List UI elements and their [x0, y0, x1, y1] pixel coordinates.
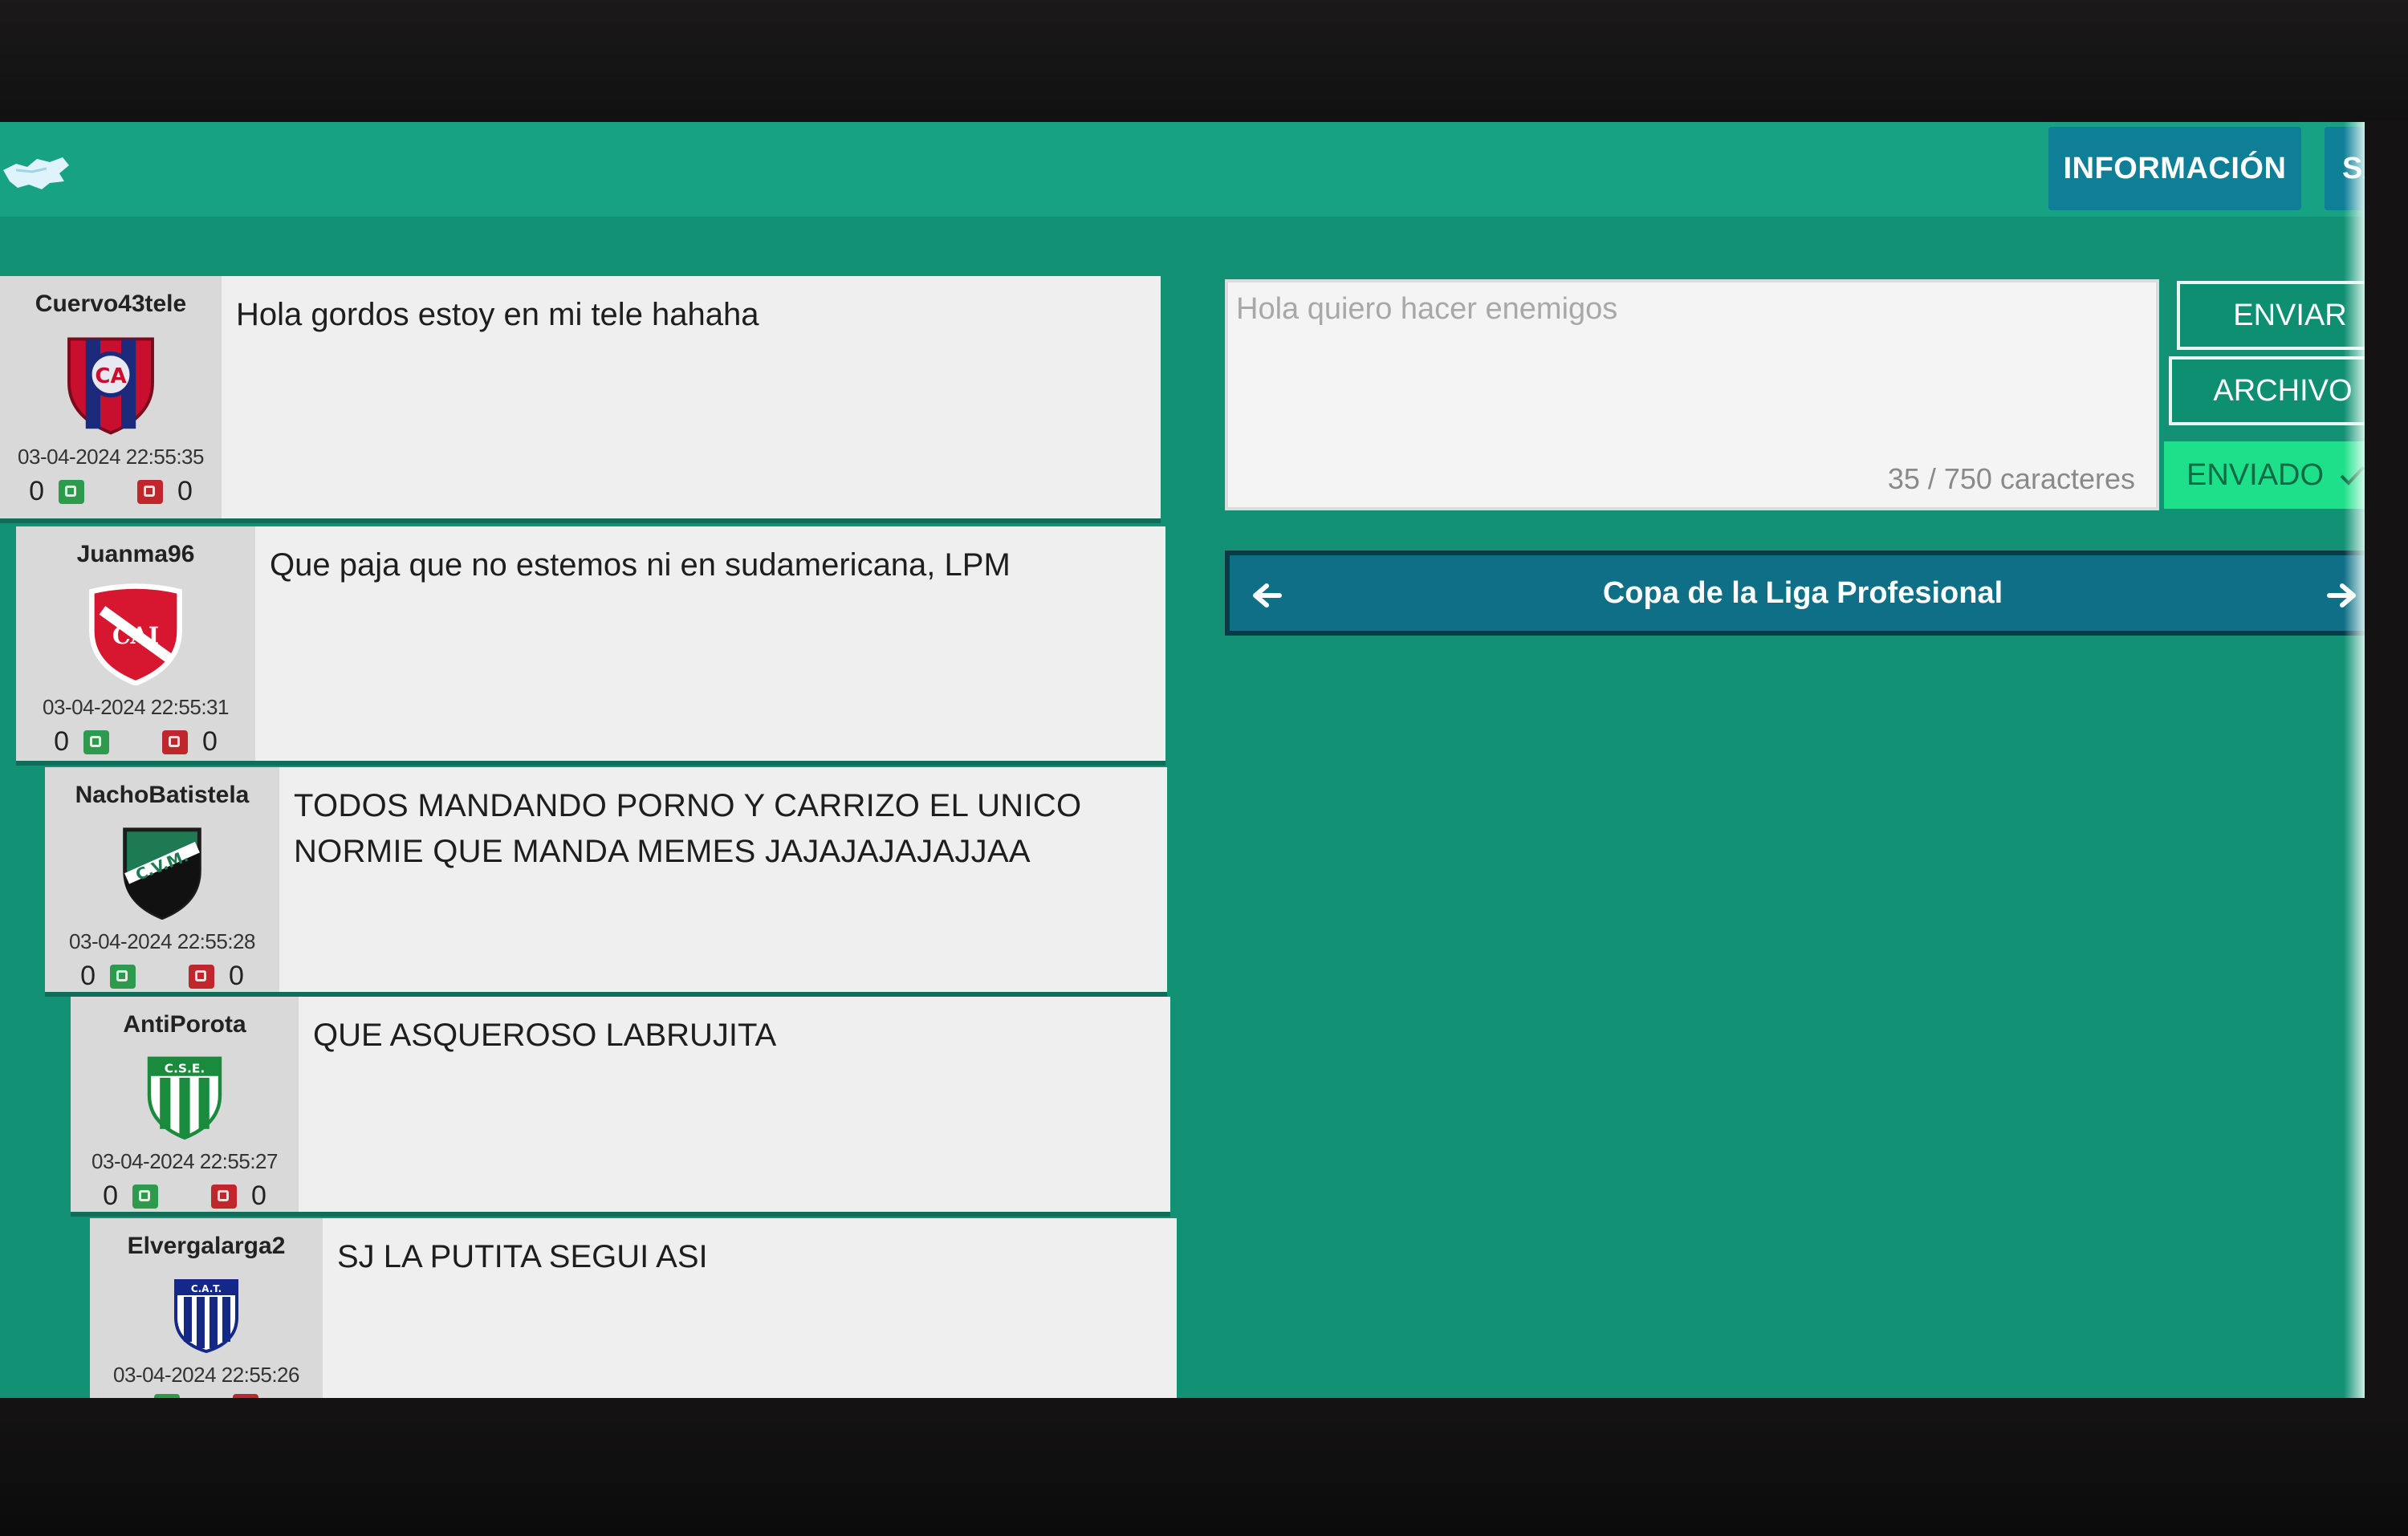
message-votes: 0 0 [54, 726, 218, 758]
tv-photo: INFORMACIÓN SALI Cuervo43tele CA 03-04-2… [0, 0, 2408, 1536]
message-votes: 0 0 [80, 961, 244, 992]
tv-bezel-right [2360, 120, 2408, 1404]
message-item: Cuervo43tele CA 03-04-2024 22:55:35 0 0 [0, 276, 1161, 523]
san-lorenzo-badge-icon: CA [67, 337, 154, 435]
message-text: SJ LA PUTITA SEGUI ASI [337, 1239, 708, 1274]
upvote-icon[interactable] [59, 479, 84, 504]
message-item: Elvergalarga2 C.A.T. 03-04-2024 22:55:26 [90, 1218, 1177, 1398]
message-timestamp: 03-04-2024 22:55:27 [92, 1149, 278, 1173]
message-item: AntiPorota C.S.E. 03-04-2024 22:55:27 0 … [71, 997, 1170, 1217]
downvote-icon[interactable] [211, 1184, 237, 1209]
message-item: NachoBatistela C.V.M. 03-04-2024 22:55:2… [45, 767, 1167, 997]
upvote-count: 0 [80, 961, 96, 991]
logo-icon[interactable] [0, 152, 72, 193]
message-meta: AntiPorota C.S.E. 03-04-2024 22:55:27 0 … [71, 997, 299, 1212]
message-username[interactable]: Elvergalarga2 [128, 1233, 286, 1260]
message-votes: 0 0 [29, 476, 193, 507]
screen-glare [2344, 122, 2365, 1398]
svg-text:CA: CA [95, 364, 126, 388]
message-username[interactable]: Juanma96 [77, 541, 195, 568]
message-text: QUE ASQUEROSO LABRUJITA [313, 1018, 777, 1053]
downvote-count: 0 [251, 1180, 266, 1211]
message-username[interactable]: AntiPorota [123, 1011, 246, 1038]
message-meta: Juanma96 CAI 03-04-2024 22:55:31 0 0 [16, 526, 255, 761]
upvote-count: 0 [29, 476, 44, 506]
downvote-count: 0 [202, 726, 218, 757]
svg-text:CAI: CAI [112, 622, 159, 649]
message-input[interactable]: Hola quiero hacer enemigos 35 / 750 cara… [1225, 279, 2159, 510]
message-username[interactable]: NachoBatistela [75, 782, 250, 809]
villa-mitre-badge-icon: C.V.M. [123, 827, 201, 920]
message-username[interactable]: Cuervo43tele [35, 291, 186, 318]
message-timestamp: 03-04-2024 22:55:28 [69, 929, 255, 953]
message-votes [140, 1394, 273, 1398]
sent-status-button[interactable]: ENVIADO [2164, 441, 2365, 509]
upvote-icon[interactable] [110, 964, 136, 989]
upvote-count: 0 [54, 726, 69, 757]
tv-bezel-bottom [0, 1396, 2408, 1536]
character-counter: 35 / 750 caracteres [1887, 462, 2135, 495]
upvote-icon[interactable] [132, 1184, 158, 1209]
svg-text:C.A.T.: C.A.T. [191, 1283, 222, 1294]
file-button[interactable]: ARCHIVO [2169, 356, 2365, 425]
sportivo-estudiantes-badge-icon: C.S.E. [147, 1056, 222, 1140]
competition-name: Copa de la Liga Profesional [1602, 575, 2003, 610]
upvote-icon[interactable] [154, 1394, 180, 1398]
send-button[interactable]: ENVIAR [2177, 281, 2365, 350]
downvote-icon[interactable] [162, 729, 188, 754]
independiente-badge-icon: CAI [89, 583, 182, 685]
message-text: TODOS MANDANDO PORNO Y CARRIZO EL UNICO … [294, 788, 1082, 869]
downvote-icon[interactable] [189, 964, 214, 989]
upvote-icon[interactable] [83, 729, 109, 754]
competition-selector: Copa de la Liga Profesional [1225, 551, 2365, 636]
tv-bezel-top [0, 0, 2408, 128]
svg-text:C.S.E.: C.S.E. [165, 1061, 205, 1075]
message-text: Hola gordos estoy en mi tele hahaha [236, 297, 759, 332]
talleres-badge-icon: C.A.T. [174, 1279, 238, 1353]
downvote-icon[interactable] [233, 1394, 258, 1398]
message-input-text[interactable]: Hola quiero hacer enemigos [1236, 292, 1617, 327]
message-timestamp: 03-04-2024 22:55:31 [43, 695, 229, 719]
sent-status-label: ENVIADO [2186, 457, 2325, 492]
downvote-count: 0 [229, 961, 244, 991]
info-button[interactable]: INFORMACIÓN [2048, 127, 2301, 210]
upvote-count: 0 [103, 1180, 118, 1211]
message-item: Juanma96 CAI 03-04-2024 22:55:31 0 0 Que… [16, 526, 1165, 766]
downvote-count: 0 [177, 476, 193, 506]
message-timestamp: 03-04-2024 22:55:35 [18, 445, 204, 469]
message-text: Que paja que no estemos ni en sudamerica… [270, 547, 1011, 583]
tv-screen: INFORMACIÓN SALI Cuervo43tele CA 03-04-2… [0, 122, 2365, 1398]
message-timestamp: 03-04-2024 22:55:26 [113, 1363, 299, 1387]
downvote-icon[interactable] [137, 479, 163, 504]
message-votes: 0 0 [103, 1180, 266, 1212]
top-bar: INFORMACIÓN SALI [0, 122, 2365, 217]
message-meta: NachoBatistela C.V.M. 03-04-2024 22:55:2… [45, 767, 279, 992]
message-meta: Elvergalarga2 C.A.T. 03-04-2024 22:55:26 [90, 1218, 323, 1398]
message-meta: Cuervo43tele CA 03-04-2024 22:55:35 0 0 [0, 276, 222, 518]
arrow-left-icon[interactable] [1251, 579, 1283, 612]
